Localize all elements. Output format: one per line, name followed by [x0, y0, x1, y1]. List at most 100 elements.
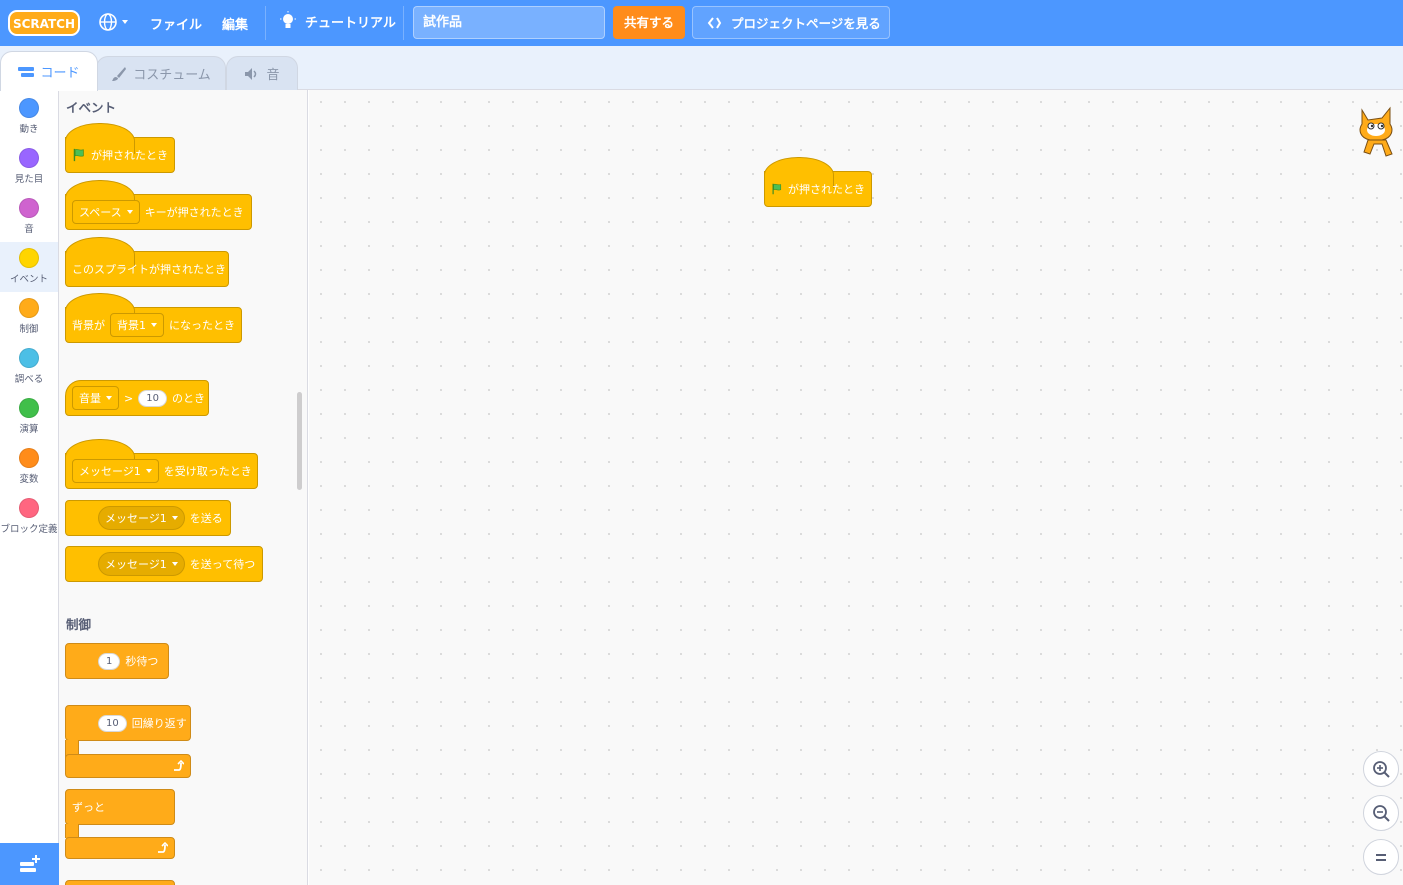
block-text: になったとき	[169, 319, 235, 332]
category-label: 見た目	[14, 174, 44, 185]
category-variables[interactable]: 変数	[0, 442, 58, 492]
block-text: が押されたとき	[91, 149, 168, 162]
category-dot	[19, 398, 39, 418]
tab-code-label: コード	[40, 66, 80, 81]
tab-costumes[interactable]: コスチューム	[96, 56, 226, 90]
wait-seconds-block[interactable]: 1 秒待つ	[65, 643, 169, 679]
category-my-blocks[interactable]: ブロック定義	[0, 492, 58, 552]
workspace-when-flag-clicked-block[interactable]: が押されたとき	[764, 157, 872, 207]
zoom-reset-button[interactable]	[1363, 839, 1399, 875]
category-sensing[interactable]: 調べる	[0, 342, 58, 392]
block-text: 回繰り返す	[131, 717, 187, 730]
block-text: が押されたとき	[788, 183, 865, 196]
category-dot	[19, 498, 39, 518]
category-label: 制御	[19, 324, 39, 335]
forever-block[interactable]: ずっと	[65, 789, 175, 825]
chevron-down-icon	[126, 210, 133, 214]
green-flag-icon	[772, 183, 782, 195]
lightbulb-icon	[280, 11, 296, 28]
zoom-in-button[interactable]	[1363, 751, 1399, 787]
block-text: キーが押されたとき	[144, 206, 244, 219]
share-button[interactable]: 共有する	[613, 6, 685, 39]
message-dropdown[interactable]: メッセージ1	[72, 459, 159, 483]
block-text: >	[124, 391, 134, 405]
sprite-cat-icon	[1352, 104, 1400, 164]
if-block-partial[interactable]	[65, 880, 175, 885]
category-label: 音	[24, 224, 34, 235]
when-flag-clicked-block[interactable]: が押されたとき	[65, 123, 175, 173]
palette-scrollbar[interactable]	[297, 392, 302, 490]
file-menu[interactable]: ファイル	[150, 14, 202, 33]
block-text: のとき	[171, 392, 205, 405]
project-title-input[interactable]: 試作品	[413, 6, 605, 39]
tab-sounds[interactable]: 音	[226, 56, 298, 90]
forever-block-arm	[65, 824, 79, 838]
category-label: イベント	[9, 274, 48, 285]
key-dropdown[interactable]: スペース	[72, 200, 140, 224]
when-receive-message-block[interactable]: メッセージ1 を受け取ったとき	[65, 439, 258, 489]
zoom-in-icon	[1373, 761, 1390, 778]
zoom-out-icon	[1373, 805, 1390, 822]
see-project-page-button[interactable]: プロジェクトページを見る	[692, 6, 890, 39]
tab-code[interactable]: コード	[0, 51, 98, 91]
when-backdrop-switches-block[interactable]: 背景が 背景1 になったとき	[65, 293, 242, 343]
category-dot	[19, 248, 39, 268]
loudness-dropdown[interactable]: 音量	[72, 386, 119, 410]
broadcast-block[interactable]: メッセージ1 を送る	[65, 500, 231, 536]
when-sprite-clicked-block[interactable]: このスプライトが押されたとき	[65, 237, 229, 287]
chevron-down-icon	[122, 20, 128, 24]
message-dropdown[interactable]: メッセージ1	[98, 506, 185, 530]
tutorial-menu[interactable]: チュートリアル	[279, 11, 396, 31]
project-page-label: プロジェクトページを見る	[731, 16, 881, 31]
project-page-icon	[707, 16, 722, 29]
menu-divider	[403, 6, 404, 40]
add-extension-button[interactable]	[0, 843, 59, 885]
category-dot	[19, 348, 39, 368]
block-text: を受け取ったとき	[163, 465, 252, 478]
menu-divider	[265, 6, 266, 40]
category-dot	[19, 198, 39, 218]
repeat-value-input[interactable]: 10	[98, 714, 127, 732]
speaker-icon	[245, 67, 257, 80]
forever-block-bottom	[65, 837, 175, 859]
language-menu[interactable]	[98, 12, 128, 32]
repeat-block-bottom	[65, 754, 191, 778]
scratch-logo[interactable]: SCRATCH	[8, 9, 80, 37]
block-palette: イベント が押されたとき スペース キーが押されたとき このスプライトが押された…	[59, 90, 308, 885]
wait-value-input[interactable]: 1	[98, 652, 121, 670]
loudness-value-input[interactable]: 10	[138, 389, 167, 407]
zoom-out-button[interactable]	[1363, 795, 1399, 831]
category-label: 変数	[19, 474, 39, 485]
equals-icon	[1376, 854, 1386, 861]
add-extension-icon	[19, 855, 40, 872]
chevron-down-icon	[171, 516, 178, 520]
category-label: 動き	[19, 124, 39, 135]
when-key-pressed-block[interactable]: スペース キーが押されたとき	[65, 180, 252, 230]
backdrop-dropdown[interactable]: 背景1	[110, 313, 164, 337]
category-control[interactable]: 制御	[0, 292, 58, 342]
block-text: を送る	[189, 512, 223, 525]
category-label: ブロック定義	[0, 524, 58, 535]
svg-text:SCRATCH: SCRATCH	[13, 17, 75, 31]
category-dot	[19, 148, 39, 168]
tutorial-label: チュートリアル	[305, 15, 396, 31]
repeat-block[interactable]: 10 回繰り返す	[65, 705, 191, 741]
globe-icon	[99, 13, 117, 31]
category-events[interactable]: イベント	[0, 242, 58, 292]
category-looks[interactable]: 見た目	[0, 142, 58, 192]
category-sound[interactable]: 音	[0, 192, 58, 242]
brush-icon	[112, 66, 127, 81]
chevron-down-icon	[171, 562, 178, 566]
chevron-down-icon	[151, 323, 157, 327]
block-text: 背景が	[72, 319, 105, 332]
edit-menu[interactable]: 編集	[222, 14, 248, 33]
category-motion[interactable]: 動き	[0, 92, 58, 142]
category-operators[interactable]: 演算	[0, 392, 58, 442]
block-text: ずっと	[72, 801, 105, 814]
script-workspace[interactable]	[309, 90, 1403, 885]
when-loudness-greater-block[interactable]: 音量 > 10 のとき	[65, 380, 209, 416]
broadcast-and-wait-block[interactable]: メッセージ1 を送って待つ	[65, 546, 263, 582]
green-flag-icon	[73, 148, 84, 162]
loop-arrow-icon	[174, 760, 184, 771]
message-dropdown[interactable]: メッセージ1	[98, 552, 185, 576]
